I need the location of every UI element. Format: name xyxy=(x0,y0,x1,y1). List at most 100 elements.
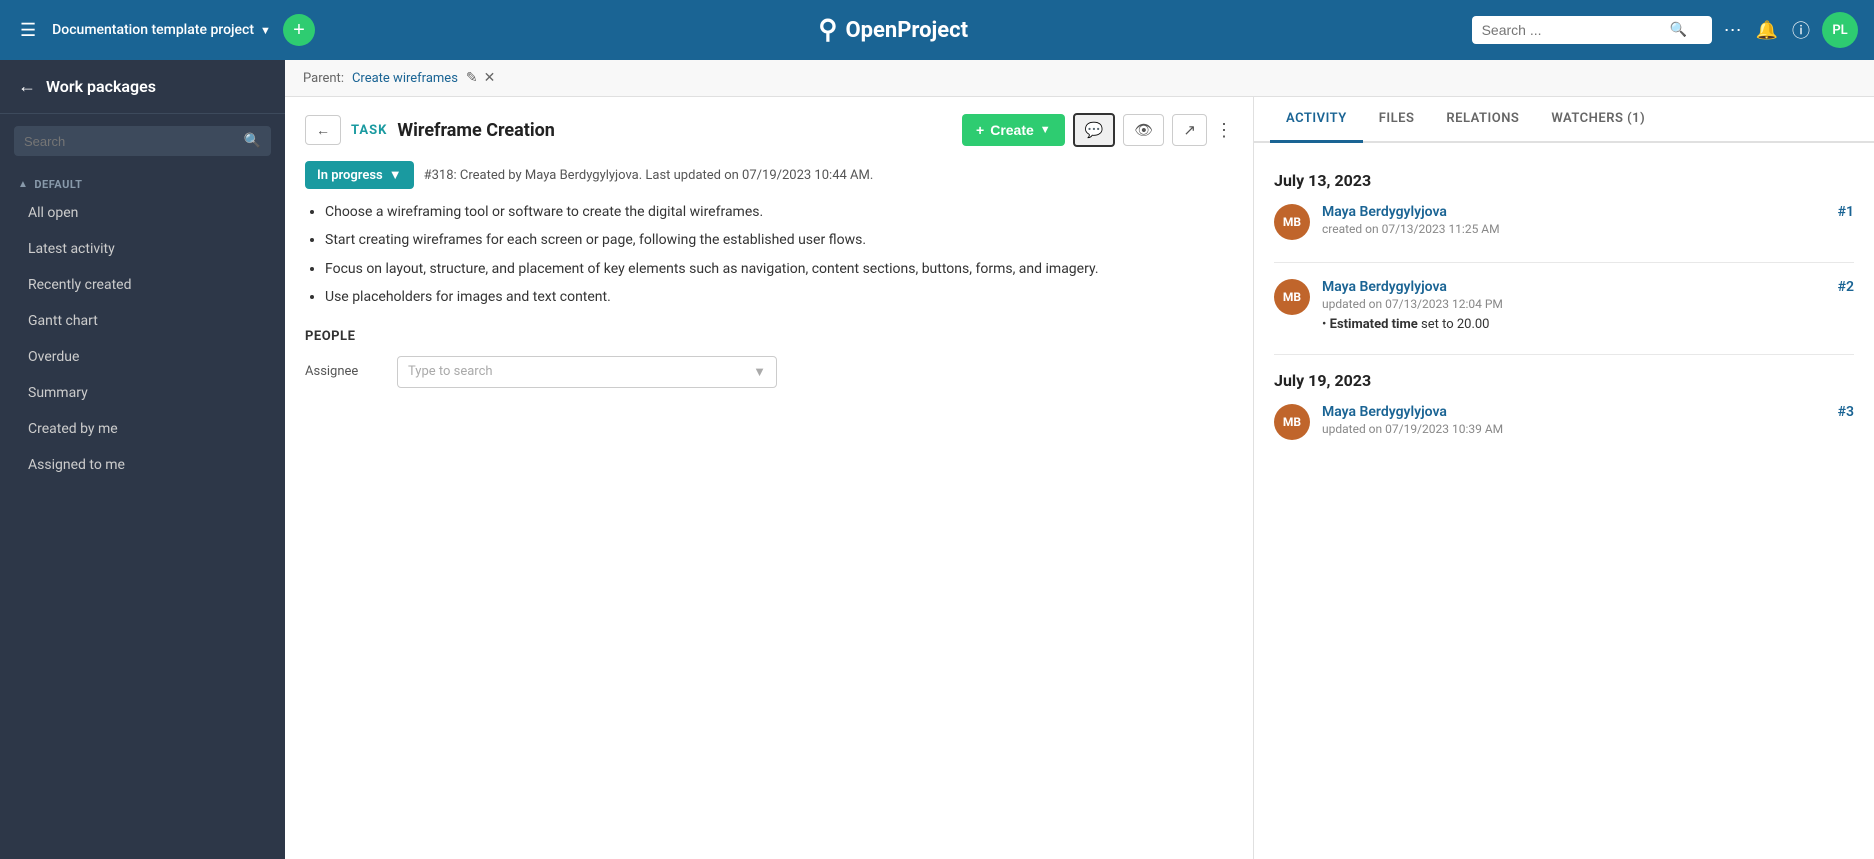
global-search[interactable]: 🔍 xyxy=(1472,16,1712,44)
activity-meta-2: updated on 07/19/2023 10:39 AM xyxy=(1322,422,1503,436)
grid-icon[interactable]: ⋯ xyxy=(1724,20,1742,41)
search-input[interactable] xyxy=(1482,22,1662,38)
wp-meta: #318: Created by Maya Berdygylyjova. Las… xyxy=(424,168,874,183)
status-badge[interactable]: In progress ▼ xyxy=(305,161,414,189)
logo-icon: ⚲ xyxy=(818,15,837,45)
assignee-label: Assignee xyxy=(305,364,385,379)
assignee-row: Assignee Type to search ▼ xyxy=(305,356,1233,388)
sidebar-item-latest-activity[interactable]: Latest activity xyxy=(0,231,285,267)
breadcrumb-parent-link[interactable]: Create wireframes xyxy=(352,71,458,86)
activity-entry-2: MB Maya Berdygylyjova updated on 07/19/2… xyxy=(1274,404,1854,458)
activity-item-2: MB Maya Berdygylyjova updated on 07/19/2… xyxy=(1274,404,1503,440)
create-label: Create xyxy=(990,122,1034,138)
bell-icon[interactable]: 🔔 xyxy=(1756,20,1778,41)
create-button[interactable]: + Create ▼ xyxy=(962,114,1065,146)
help-icon[interactable]: ⓘ xyxy=(1792,17,1810,43)
assignee-placeholder: Type to search xyxy=(408,364,493,379)
create-plus-icon: + xyxy=(976,122,984,138)
description-item-1: Start creating wireframes for each scree… xyxy=(325,229,1233,251)
activity-date-1: July 19, 2023 xyxy=(1274,371,1854,390)
logo-text: OpenProject xyxy=(845,18,968,43)
wp-back-button[interactable]: ← xyxy=(305,115,341,145)
project-chevron-icon: ▼ xyxy=(260,24,271,37)
status-caret-icon: ▼ xyxy=(389,167,402,183)
fullscreen-button[interactable]: ↗ xyxy=(1172,114,1207,146)
sidebar-item-summary[interactable]: Summary xyxy=(0,375,285,411)
activity-meta-1: updated on 07/13/2023 12:04 PM xyxy=(1322,297,1503,311)
activity-num-0: #1 xyxy=(1838,204,1854,220)
activity-entry-1: MB Maya Berdygylyjova updated on 07/13/2… xyxy=(1274,279,1854,350)
workpackage-panel: ← TASK Wireframe Creation + Create ▼ 💬 👁… xyxy=(285,97,1874,859)
activity-num-1: #2 xyxy=(1838,279,1854,295)
tab-watchers[interactable]: WATCHERS (1) xyxy=(1535,97,1661,143)
activity-avatar-0: MB xyxy=(1274,204,1310,240)
activity-panel: July 13, 2023 MB Maya Berdygylyjova crea… xyxy=(1254,143,1874,859)
project-name: Documentation template project xyxy=(52,22,254,38)
activity-item-1: MB Maya Berdygylyjova updated on 07/13/2… xyxy=(1274,279,1503,332)
description-item-0: Choose a wireframing tool or software to… xyxy=(325,201,1233,223)
activity-body-0: Maya Berdygylyjova created on 07/13/2023… xyxy=(1322,204,1500,236)
sidebar-search-input[interactable] xyxy=(24,134,236,149)
search-icon: 🔍 xyxy=(1670,22,1687,38)
close-icon[interactable]: ✕ xyxy=(484,70,496,86)
activity-detail-1: • Estimated time set to 20.00 xyxy=(1322,317,1503,332)
assignee-dropdown-icon: ▼ xyxy=(753,364,766,380)
activity-body-1: Maya Berdygylyjova updated on 07/13/2023… xyxy=(1322,279,1503,332)
wp-description: Choose a wireframing tool or software to… xyxy=(305,201,1233,309)
sidebar-back-icon[interactable]: ← xyxy=(18,76,36,97)
activity-num-2: #3 xyxy=(1838,404,1854,420)
user-avatar[interactable]: PL xyxy=(1822,12,1858,48)
wp-toolbar-right: + Create ▼ 💬 👁 ↗ ⋮ xyxy=(962,113,1233,147)
description-item-3: Use placeholders for images and text con… xyxy=(325,286,1233,308)
description-item-2: Focus on layout, structure, and placemen… xyxy=(325,258,1233,280)
tab-activity[interactable]: ACTIVITY xyxy=(1270,97,1363,143)
wp-title: Wireframe Creation xyxy=(397,120,554,141)
wp-detail-right: ACTIVITY FILES RELATIONS WATCHERS (1) Ju… xyxy=(1254,97,1874,859)
app-logo: ⚲ OpenProject xyxy=(327,15,1460,45)
activity-meta-0: created on 07/13/2023 11:25 AM xyxy=(1322,222,1500,236)
nav-icon-group: ⋯ 🔔 ⓘ xyxy=(1724,17,1810,43)
create-caret-icon: ▼ xyxy=(1040,124,1051,136)
sidebar-item-overdue[interactable]: Overdue xyxy=(0,339,285,375)
sidebar-item-all-open[interactable]: All open xyxy=(0,195,285,231)
app-body: ← Work packages 🔍 ▲ DEFAULT All open Lat… xyxy=(0,60,1874,859)
divider-1 xyxy=(1274,354,1854,355)
activity-tabs: ACTIVITY FILES RELATIONS WATCHERS (1) xyxy=(1254,97,1874,143)
tab-files[interactable]: FILES xyxy=(1363,97,1431,143)
status-label: In progress xyxy=(317,168,383,183)
activity-date-0: July 13, 2023 xyxy=(1274,171,1854,190)
sidebar: ← Work packages 🔍 ▲ DEFAULT All open Lat… xyxy=(0,60,285,859)
activity-item-0: MB Maya Berdygylyjova created on 07/13/2… xyxy=(1274,204,1500,240)
breadcrumb-parent-label: Parent: xyxy=(303,71,344,86)
assignee-input[interactable]: Type to search ▼ xyxy=(397,356,777,388)
activity-user-0[interactable]: Maya Berdygylyjova xyxy=(1322,204,1500,220)
wp-status-row: In progress ▼ #318: Created by Maya Berd… xyxy=(305,161,1233,189)
breadcrumb-actions: ✎ ✕ xyxy=(466,70,495,86)
section-label: DEFAULT xyxy=(34,178,82,191)
activity-avatar-1: MB xyxy=(1274,279,1310,315)
wp-toolbar-left: ← TASK Wireframe Creation xyxy=(305,115,555,145)
project-selector[interactable]: Documentation template project ▼ xyxy=(52,22,271,38)
main-content: Parent: Create wireframes ✎ ✕ ← TASK Wir… xyxy=(285,60,1874,859)
sidebar-item-created-by-me[interactable]: Created by me xyxy=(0,411,285,447)
sidebar-section-default[interactable]: ▲ DEFAULT xyxy=(0,168,285,195)
sidebar-item-assigned-to-me[interactable]: Assigned to me xyxy=(0,447,285,483)
activity-user-1[interactable]: Maya Berdygylyjova xyxy=(1322,279,1503,295)
view-button[interactable]: 👁 xyxy=(1123,114,1164,146)
activity-user-2[interactable]: Maya Berdygylyjova xyxy=(1322,404,1503,420)
wp-toolbar: ← TASK Wireframe Creation + Create ▼ 💬 👁… xyxy=(305,113,1233,147)
people-section-title: PEOPLE xyxy=(305,329,1233,344)
more-options-button[interactable]: ⋮ xyxy=(1215,120,1233,141)
hamburger-icon[interactable]: ☰ xyxy=(16,16,40,45)
activity-body-2: Maya Berdygylyjova updated on 07/19/2023… xyxy=(1322,404,1503,436)
breadcrumb: Parent: Create wireframes ✎ ✕ xyxy=(285,60,1874,97)
watch-button[interactable]: 💬 xyxy=(1073,113,1116,147)
wp-type-badge: TASK xyxy=(351,123,387,138)
add-project-button[interactable]: + xyxy=(283,14,315,46)
sidebar-search-icon: 🔍 xyxy=(244,133,261,149)
sidebar-search[interactable]: 🔍 xyxy=(14,126,271,156)
edit-icon[interactable]: ✎ xyxy=(466,70,478,86)
sidebar-item-gantt-chart[interactable]: Gantt chart xyxy=(0,303,285,339)
sidebar-item-recently-created[interactable]: Recently created xyxy=(0,267,285,303)
tab-relations[interactable]: RELATIONS xyxy=(1430,97,1535,143)
